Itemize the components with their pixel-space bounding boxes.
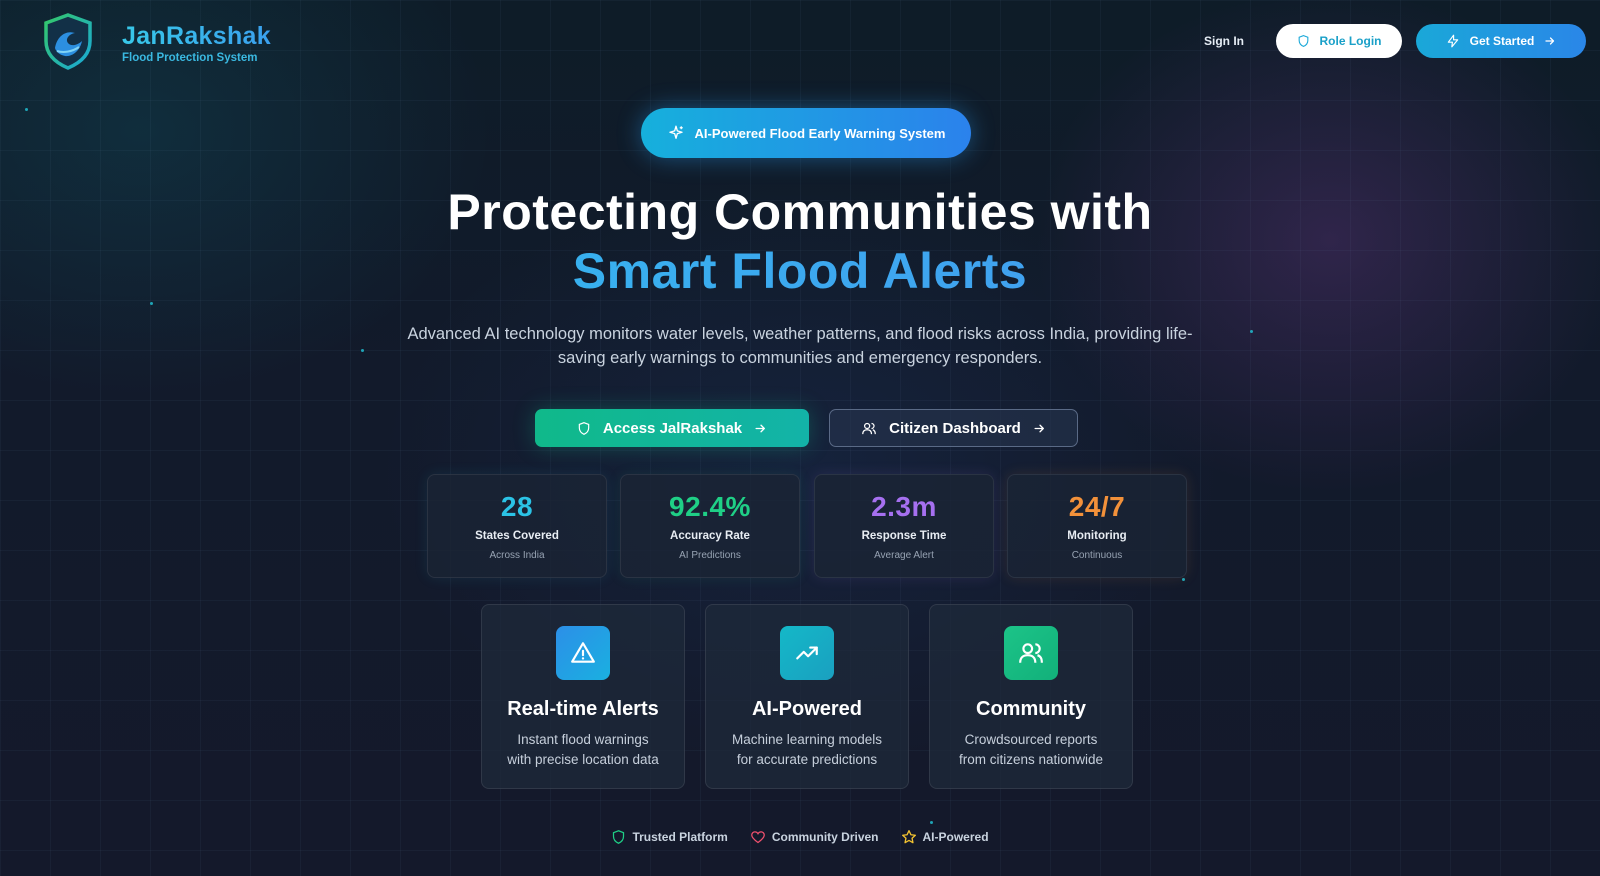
feature-card-community: Community Crowdsourced reports from citi… xyxy=(929,604,1133,789)
feature-card-ai: AI-Powered Machine learning models for a… xyxy=(705,604,909,789)
brand[interactable]: JanRakshak Flood Protection System xyxy=(122,22,271,64)
particle-dot xyxy=(25,108,28,111)
stat-label: States Covered xyxy=(475,530,559,542)
particle-dot xyxy=(150,302,153,305)
trending-up-icon xyxy=(796,646,818,660)
access-jalrakshak-button[interactable]: Access JalRakshak xyxy=(535,409,809,447)
shield-icon xyxy=(613,830,625,844)
lightning-icon xyxy=(1447,34,1458,48)
feature-title: Community xyxy=(976,698,1086,720)
shield-logo-icon[interactable] xyxy=(42,12,94,70)
particle-dot xyxy=(930,821,933,824)
stat-sublabel: Average Alert xyxy=(874,550,934,561)
arrow-right-icon xyxy=(1034,424,1044,432)
feature-icon-box xyxy=(556,626,610,680)
hero-headline: Protecting Communities with xyxy=(447,184,1153,240)
feature-icon-box xyxy=(780,626,834,680)
role-login-label: Role Login xyxy=(1319,34,1382,48)
badge-label: Community Driven xyxy=(771,830,879,844)
feature-title: Real-time Alerts xyxy=(507,698,659,720)
citizen-dashboard-label: Citizen Dashboard xyxy=(889,419,1021,437)
feature-description: Instant flood warnings with precise loca… xyxy=(482,730,684,770)
hero-headline-highlight: Smart Flood Alerts xyxy=(0,242,1600,300)
stat-value: 28 xyxy=(500,491,534,522)
feature-description-line: Instant flood warnings xyxy=(517,732,649,747)
alert-triangle-icon xyxy=(571,642,595,663)
star-icon xyxy=(901,830,916,844)
role-login-button[interactable]: Role Login xyxy=(1276,24,1402,58)
stat-value: 24/7 xyxy=(1068,491,1126,522)
stat-card-accuracy: 92.4% Accuracy Rate AI Predictions xyxy=(620,474,800,578)
hero-tagline: AI-Powered Flood Early Warning System xyxy=(694,125,946,141)
badge-ai: AI-Powered xyxy=(901,829,989,845)
brand-name: JanRakshak xyxy=(122,22,271,50)
shield-icon xyxy=(578,421,590,435)
get-started-label: Get Started xyxy=(1469,34,1535,48)
feature-description: Crowdsourced reports from citizens natio… xyxy=(930,730,1132,770)
particle-dot xyxy=(1182,578,1185,581)
feature-description-line: from citizens nationwide xyxy=(958,752,1104,767)
citizen-dashboard-button[interactable]: Citizen Dashboard xyxy=(829,409,1078,447)
hero-description: Advanced AI technology monitors water le… xyxy=(407,325,1193,367)
badge-label: AI-Powered xyxy=(922,830,989,844)
stat-label: Monitoring xyxy=(1067,530,1127,542)
stat-value: 92.4% xyxy=(669,491,751,522)
particle-dot xyxy=(361,349,364,352)
shield-icon xyxy=(1298,35,1308,48)
feature-description-line: Machine learning models xyxy=(731,732,883,747)
sparkles-icon xyxy=(668,125,683,139)
sign-in-link[interactable]: Sign In xyxy=(1204,34,1244,48)
stat-card-response: 2.3m Response Time Average Alert xyxy=(814,474,994,578)
stat-label: Accuracy Rate xyxy=(670,530,750,542)
stat-card-states: 28 States Covered Across India xyxy=(427,474,607,578)
arrow-right-icon xyxy=(755,424,766,432)
feature-card-alerts: Real-time Alerts Instant flood warnings … xyxy=(481,604,685,789)
access-jalrakshak-label: Access JalRakshak xyxy=(602,419,743,437)
feature-title: AI-Powered xyxy=(751,698,863,720)
hero-tagline-pill: AI-Powered Flood Early Warning System xyxy=(641,108,971,158)
trust-badges: Trusted Platform Community Driven AI-Pow… xyxy=(0,829,1600,845)
users-icon xyxy=(1019,643,1043,663)
stat-sublabel: Continuous xyxy=(1071,550,1123,561)
feature-description-line: Crowdsourced reports xyxy=(964,732,1098,747)
users-icon xyxy=(862,422,877,434)
feature-icon-box xyxy=(1004,626,1058,680)
feature-description: Machine learning models for accurate pre… xyxy=(706,730,908,770)
particle-dot xyxy=(1250,330,1253,333)
brand-subtitle: Flood Protection System xyxy=(122,52,258,64)
feature-description-line: for accurate predictions xyxy=(736,752,878,767)
badge-community: Community Driven xyxy=(750,829,879,845)
badge-label: Trusted Platform xyxy=(632,830,728,844)
feature-description-line: with precise location data xyxy=(507,752,659,767)
stat-label: Response Time xyxy=(861,530,947,542)
get-started-button[interactable]: Get Started xyxy=(1416,24,1586,58)
stat-sublabel: Across India xyxy=(489,550,545,561)
heart-icon xyxy=(750,830,765,843)
stat-card-monitoring: 24/7 Monitoring Continuous xyxy=(1007,474,1187,578)
stat-sublabel: AI Predictions xyxy=(679,550,741,561)
arrow-right-icon xyxy=(1545,37,1555,45)
badge-trusted: Trusted Platform xyxy=(611,829,728,845)
stat-value: 2.3m xyxy=(871,491,937,522)
